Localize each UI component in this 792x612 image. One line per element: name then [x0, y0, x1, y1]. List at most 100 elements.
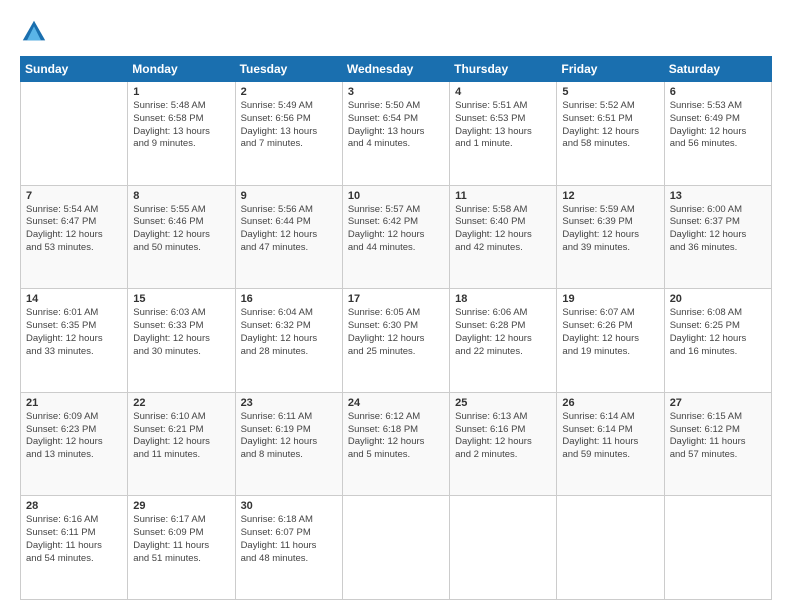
- col-header-thursday: Thursday: [450, 57, 557, 82]
- cell-info: Sunrise: 6:10 AM: [133, 411, 229, 424]
- calendar-cell: 29Sunrise: 6:17 AMSunset: 6:09 PMDayligh…: [128, 496, 235, 600]
- cell-info: Sunset: 6:42 PM: [348, 216, 444, 229]
- cell-info: Daylight: 12 hours: [348, 229, 444, 242]
- cell-info: Daylight: 12 hours: [455, 333, 551, 346]
- cell-info: and 57 minutes.: [670, 449, 766, 462]
- cell-info: Daylight: 12 hours: [133, 436, 229, 449]
- cell-info: and 19 minutes.: [562, 346, 658, 359]
- calendar-cell: 30Sunrise: 6:18 AMSunset: 6:07 PMDayligh…: [235, 496, 342, 600]
- cell-info: Daylight: 12 hours: [26, 333, 122, 346]
- day-number: 26: [562, 397, 658, 409]
- day-number: 27: [670, 397, 766, 409]
- cell-info: and 56 minutes.: [670, 138, 766, 151]
- cell-info: Sunset: 6:26 PM: [562, 320, 658, 333]
- day-number: 11: [455, 190, 551, 202]
- cell-info: and 7 minutes.: [241, 138, 337, 151]
- calendar-cell: 19 Sunrise: 6:07 AMSunset: 6:26 PMDayligh…: [557, 289, 664, 393]
- cell-info: Sunrise: 5:48 AM: [133, 100, 229, 113]
- calendar-cell: 16Sunrise: 6:04 AMSunset: 6:32 PMDayligh…: [235, 289, 342, 393]
- logo-icon: [20, 18, 48, 46]
- cell-info: Sunset: 6:12 PM: [670, 424, 766, 437]
- calendar-cell: 20Sunrise: 6:08 AMSunset: 6:25 PMDayligh…: [664, 289, 771, 393]
- week-row-2: 7Sunrise: 5:54 AMSunset: 6:47 PMDaylight…: [21, 185, 772, 289]
- calendar-cell: 28Sunrise: 6:16 AMSunset: 6:11 PMDayligh…: [21, 496, 128, 600]
- cell-info: Sunrise: 5:55 AM: [133, 204, 229, 217]
- cell-info: Daylight: 12 hours: [562, 333, 658, 346]
- week-row-5: 28Sunrise: 6:16 AMSunset: 6:11 PMDayligh…: [21, 496, 772, 600]
- cell-info: and 58 minutes.: [562, 138, 658, 151]
- cell-info: and 51 minutes.: [133, 553, 229, 566]
- day-number: 30: [241, 500, 337, 512]
- day-number: 6: [670, 86, 766, 98]
- cell-info: Daylight: 12 hours: [455, 229, 551, 242]
- cell-info: Sunrise: 5:50 AM: [348, 100, 444, 113]
- cell-info: and 54 minutes.: [26, 553, 122, 566]
- calendar-cell: 22Sunrise: 6:10 AMSunset: 6:21 PMDayligh…: [128, 392, 235, 496]
- day-number: 14: [26, 293, 122, 305]
- day-number: 9: [241, 190, 337, 202]
- day-number: 19: [562, 293, 658, 305]
- cell-info: and 8 minutes.: [241, 449, 337, 462]
- cell-info: Sunrise: 5:52 AM: [562, 100, 658, 113]
- day-number: 10: [348, 190, 444, 202]
- day-number: 28: [26, 500, 122, 512]
- day-number: 5: [562, 86, 658, 98]
- page: SundayMondayTuesdayWednesdayThursdayFrid…: [0, 0, 792, 612]
- calendar-cell: 3Sunrise: 5:50 AMSunset: 6:54 PMDaylight…: [342, 82, 449, 186]
- col-header-friday: Friday: [557, 57, 664, 82]
- cell-info: and 53 minutes.: [26, 242, 122, 255]
- cell-info: and 44 minutes.: [348, 242, 444, 255]
- cell-info: Daylight: 13 hours: [133, 126, 229, 139]
- calendar-cell: 21Sunrise: 6:09 AMSunset: 6:23 PMDayligh…: [21, 392, 128, 496]
- col-header-sunday: Sunday: [21, 57, 128, 82]
- cell-info: Sunset: 6:51 PM: [562, 113, 658, 126]
- day-number: 23: [241, 397, 337, 409]
- cell-info: Sunrise: 6:16 AM: [26, 514, 122, 527]
- cell-info: Daylight: 11 hours: [562, 436, 658, 449]
- cell-info: and 48 minutes.: [241, 553, 337, 566]
- week-row-4: 21Sunrise: 6:09 AMSunset: 6:23 PMDayligh…: [21, 392, 772, 496]
- calendar-cell: 25Sunrise: 6:13 AMSunset: 6:16 PMDayligh…: [450, 392, 557, 496]
- calendar-cell: 18Sunrise: 6:06 AMSunset: 6:28 PMDayligh…: [450, 289, 557, 393]
- cell-info: Sunset: 6:30 PM: [348, 320, 444, 333]
- calendar-cell: 23Sunrise: 6:11 AMSunset: 6:19 PMDayligh…: [235, 392, 342, 496]
- calendar-cell: 8Sunrise: 5:55 AMSunset: 6:46 PMDaylight…: [128, 185, 235, 289]
- cell-info: Sunset: 6:46 PM: [133, 216, 229, 229]
- cell-info: Sunrise: 5:54 AM: [26, 204, 122, 217]
- cell-info: Daylight: 12 hours: [670, 333, 766, 346]
- cell-info: and 28 minutes.: [241, 346, 337, 359]
- cell-info: Daylight: 12 hours: [26, 436, 122, 449]
- cell-info: Sunset: 6:54 PM: [348, 113, 444, 126]
- cell-info: Sunrise: 6:07 AM: [562, 307, 658, 320]
- day-number: 2: [241, 86, 337, 98]
- cell-info: Sunrise: 5:53 AM: [670, 100, 766, 113]
- cell-info: Sunrise: 6:01 AM: [26, 307, 122, 320]
- calendar-cell: 5Sunrise: 5:52 AMSunset: 6:51 PMDaylight…: [557, 82, 664, 186]
- cell-info: Sunset: 6:40 PM: [455, 216, 551, 229]
- cell-info: Sunrise: 5:56 AM: [241, 204, 337, 217]
- calendar-cell: 6Sunrise: 5:53 AMSunset: 6:49 PMDaylight…: [664, 82, 771, 186]
- cell-info: and 25 minutes.: [348, 346, 444, 359]
- cell-info: Sunset: 6:53 PM: [455, 113, 551, 126]
- cell-info: and 42 minutes.: [455, 242, 551, 255]
- cell-info: Daylight: 11 hours: [670, 436, 766, 449]
- calendar-cell: 9Sunrise: 5:56 AMSunset: 6:44 PMDaylight…: [235, 185, 342, 289]
- cell-info: Sunset: 6:16 PM: [455, 424, 551, 437]
- calendar-cell: 15Sunrise: 6:03 AMSunset: 6:33 PMDayligh…: [128, 289, 235, 393]
- calendar-cell: [557, 496, 664, 600]
- day-number: 17: [348, 293, 444, 305]
- cell-info: Daylight: 12 hours: [562, 229, 658, 242]
- calendar-table: SundayMondayTuesdayWednesdayThursdayFrid…: [20, 56, 772, 600]
- day-number: 18: [455, 293, 551, 305]
- calendar-cell: [664, 496, 771, 600]
- cell-info: Sunrise: 6:13 AM: [455, 411, 551, 424]
- cell-info: Sunset: 6:19 PM: [241, 424, 337, 437]
- calendar-cell: [342, 496, 449, 600]
- cell-info: and 5 minutes.: [348, 449, 444, 462]
- day-number: 24: [348, 397, 444, 409]
- calendar-cell: 26Sunrise: 6:14 AMSunset: 6:14 PMDayligh…: [557, 392, 664, 496]
- cell-info: Sunset: 6:47 PM: [26, 216, 122, 229]
- cell-info: and 1 minute.: [455, 138, 551, 151]
- cell-info: Sunrise: 6:08 AM: [670, 307, 766, 320]
- day-number: 16: [241, 293, 337, 305]
